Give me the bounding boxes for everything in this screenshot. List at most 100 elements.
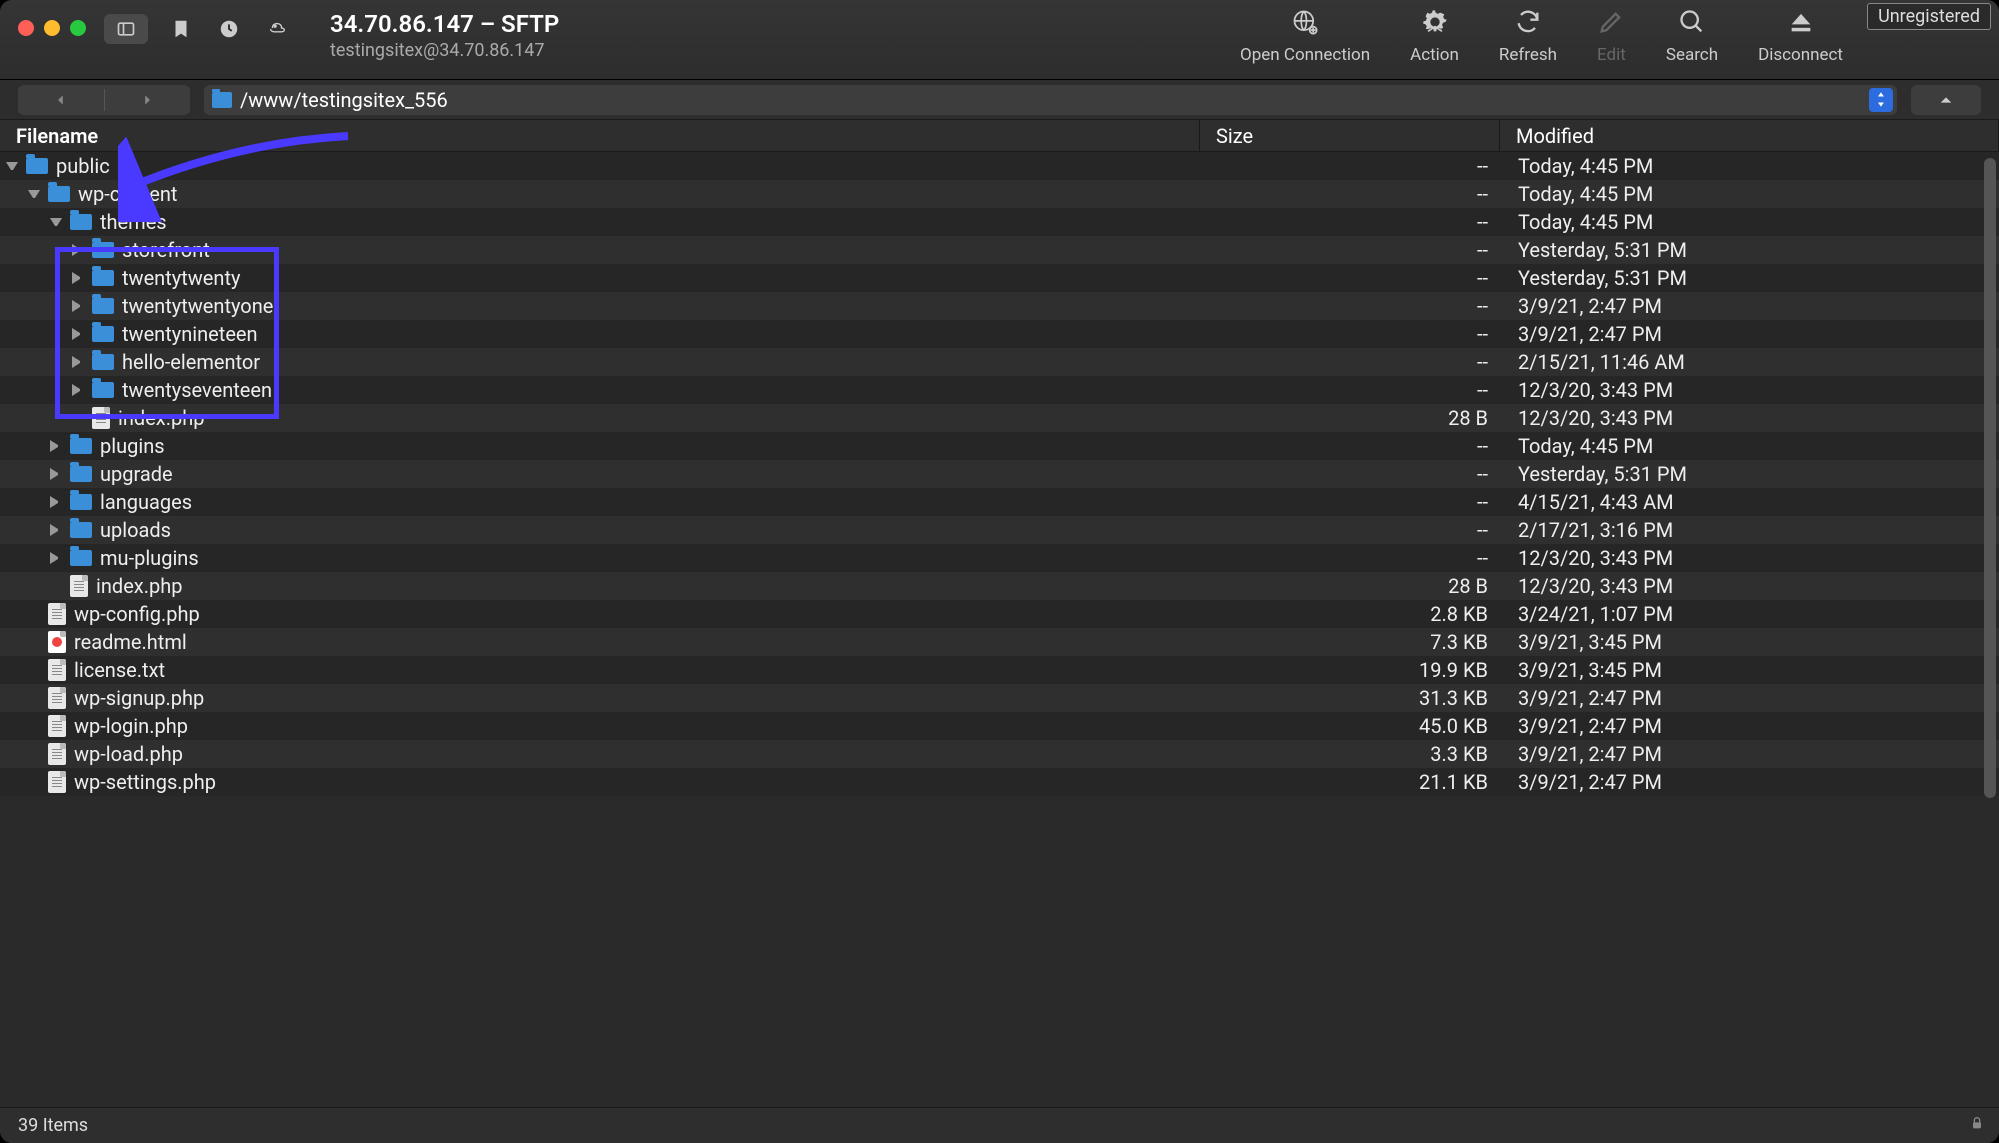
- toolbar-search-button[interactable]: Search: [1658, 8, 1726, 65]
- folder-row[interactable]: twentynineteen--3/9/21, 2:47 PM: [0, 320, 1999, 348]
- folder-icon: [70, 466, 92, 482]
- folder-row[interactable]: plugins--Today, 4:45 PM: [0, 432, 1999, 460]
- chevron-right-icon[interactable]: [50, 552, 62, 564]
- folder-icon: [48, 186, 70, 202]
- title-block: 34.70.86.147 – SFTP testingsitex@34.70.8…: [330, 10, 559, 61]
- col-filename[interactable]: Filename: [0, 120, 1200, 151]
- col-size[interactable]: Size: [1200, 120, 1500, 151]
- chevron-right-icon[interactable]: [72, 356, 84, 368]
- folder-row[interactable]: mu-plugins--12/3/20, 3:43 PM: [0, 544, 1999, 572]
- status-bar: 39 Items: [0, 1107, 1999, 1143]
- column-header: Filename Size Modified: [0, 120, 1999, 152]
- chevron-right-icon[interactable]: [72, 272, 84, 284]
- chevron-down-icon[interactable]: [28, 190, 40, 202]
- file-name: wp-settings.php: [74, 770, 216, 794]
- folder-row[interactable]: twentytwentyone--3/9/21, 2:47 PM: [0, 292, 1999, 320]
- path-stepper-icon[interactable]: ▲▼: [1869, 88, 1893, 112]
- folder-row[interactable]: wp-content--Today, 4:45 PM: [0, 180, 1999, 208]
- chevron-right-icon[interactable]: [72, 300, 84, 312]
- folder-row[interactable]: hello-elementor--2/15/21, 11:46 AM: [0, 348, 1999, 376]
- close-window-icon[interactable]: [18, 20, 34, 36]
- window-title: 34.70.86.147 – SFTP: [330, 10, 559, 38]
- file-name: languages: [100, 490, 192, 514]
- col-modified[interactable]: Modified: [1500, 120, 1999, 151]
- file-row[interactable]: wp-config.php2.8 KB3/24/21, 1:07 PM: [0, 600, 1999, 628]
- file-size: --: [1200, 210, 1500, 234]
- path-field[interactable]: /www/testingsitex_556 ▲▼: [204, 85, 1897, 115]
- folder-row[interactable]: twentytwenty--Yesterday, 5:31 PM: [0, 264, 1999, 292]
- folder-row[interactable]: public--Today, 4:45 PM: [0, 152, 1999, 180]
- toolbar-pencil-button: Edit: [1589, 8, 1634, 65]
- minimize-window-icon[interactable]: [44, 20, 60, 36]
- window-controls: [18, 20, 86, 36]
- file-name: plugins: [100, 434, 165, 458]
- status-text: 39 Items: [18, 1115, 88, 1136]
- chevron-right-icon[interactable]: [50, 468, 62, 480]
- chevron-down-icon[interactable]: [6, 162, 18, 174]
- file-icon: [48, 659, 66, 681]
- chevron-down-icon[interactable]: [50, 218, 62, 230]
- file-modified: 3/9/21, 2:47 PM: [1500, 322, 1999, 346]
- file-size: 7.3 KB: [1200, 630, 1500, 654]
- folder-row[interactable]: uploads--2/17/21, 3:16 PM: [0, 516, 1999, 544]
- duck-icon[interactable]: [262, 14, 292, 44]
- toolbar-action-label: Refresh: [1499, 45, 1557, 65]
- folder-row[interactable]: twentyseventeen--12/3/20, 3:43 PM: [0, 376, 1999, 404]
- file-size: --: [1200, 266, 1500, 290]
- file-icon: [92, 407, 110, 429]
- file-size: 19.9 KB: [1200, 658, 1500, 682]
- toolbar-action-label: Disconnect: [1758, 45, 1843, 65]
- toolbar-refresh-button[interactable]: Refresh: [1491, 8, 1565, 65]
- file-name: license.txt: [74, 658, 165, 682]
- chevron-right-icon[interactable]: [72, 244, 84, 256]
- file-icon: [48, 771, 66, 793]
- toolbar-action-label: Open Connection: [1240, 45, 1370, 65]
- file-row[interactable]: wp-signup.php31.3 KB3/9/21, 2:47 PM: [0, 684, 1999, 712]
- maximize-window-icon[interactable]: [70, 20, 86, 36]
- file-row[interactable]: wp-settings.php21.1 KB3/9/21, 2:47 PM: [0, 768, 1999, 796]
- sidebar-toggle-button[interactable]: [104, 14, 148, 44]
- scrollbar-thumb[interactable]: [1984, 158, 1996, 798]
- bookmark-icon[interactable]: [166, 14, 196, 44]
- folder-row[interactable]: storefront--Yesterday, 5:31 PM: [0, 236, 1999, 264]
- nav-back-forward: [18, 85, 190, 115]
- chevron-right-icon[interactable]: [50, 524, 62, 536]
- toolbar-globe-button[interactable]: Open Connection: [1232, 8, 1378, 65]
- file-size: 2.8 KB: [1200, 602, 1500, 626]
- file-name: twentynineteen: [122, 322, 258, 346]
- file-modified: Today, 4:45 PM: [1500, 434, 1999, 458]
- search-icon: [1678, 8, 1706, 41]
- folder-row[interactable]: languages--4/15/21, 4:43 AM: [0, 488, 1999, 516]
- eject-icon: [1787, 8, 1815, 41]
- file-row[interactable]: license.txt19.9 KB3/9/21, 3:45 PM: [0, 656, 1999, 684]
- folder-icon: [70, 438, 92, 454]
- file-size: --: [1200, 518, 1500, 542]
- chevron-right-icon[interactable]: [50, 496, 62, 508]
- file-name: wp-content: [78, 182, 177, 206]
- folder-row[interactable]: themes--Today, 4:45 PM: [0, 208, 1999, 236]
- file-name: index.php: [118, 406, 204, 430]
- chevron-right-icon[interactable]: [72, 384, 84, 396]
- nav-back-button[interactable]: [18, 93, 104, 107]
- chevron-right-icon[interactable]: [72, 328, 84, 340]
- toolbar-gear-button[interactable]: Action: [1402, 8, 1467, 65]
- file-row[interactable]: index.php28 B12/3/20, 3:43 PM: [0, 404, 1999, 432]
- file-row[interactable]: index.php28 B12/3/20, 3:43 PM: [0, 572, 1999, 600]
- toolbar-eject-button[interactable]: Disconnect: [1750, 8, 1851, 65]
- file-row[interactable]: readme.html7.3 KB3/9/21, 3:45 PM: [0, 628, 1999, 656]
- chevron-right-icon[interactable]: [50, 440, 62, 452]
- folder-icon: [212, 92, 232, 108]
- file-row[interactable]: wp-login.php45.0 KB3/9/21, 2:47 PM: [0, 712, 1999, 740]
- history-icon[interactable]: [214, 14, 244, 44]
- file-modified: 3/9/21, 2:47 PM: [1500, 686, 1999, 710]
- file-size: 3.3 KB: [1200, 742, 1500, 766]
- file-size: --: [1200, 378, 1500, 402]
- file-row[interactable]: wp-load.php3.3 KB3/9/21, 2:47 PM: [0, 740, 1999, 768]
- file-size: --: [1200, 490, 1500, 514]
- nav-forward-button[interactable]: [105, 93, 191, 107]
- toolbar-action-label: Edit: [1597, 45, 1626, 65]
- folder-row[interactable]: upgrade--Yesterday, 5:31 PM: [0, 460, 1999, 488]
- file-name: wp-signup.php: [74, 686, 204, 710]
- path-up-button[interactable]: [1911, 85, 1981, 115]
- file-modified: Yesterday, 5:31 PM: [1500, 266, 1999, 290]
